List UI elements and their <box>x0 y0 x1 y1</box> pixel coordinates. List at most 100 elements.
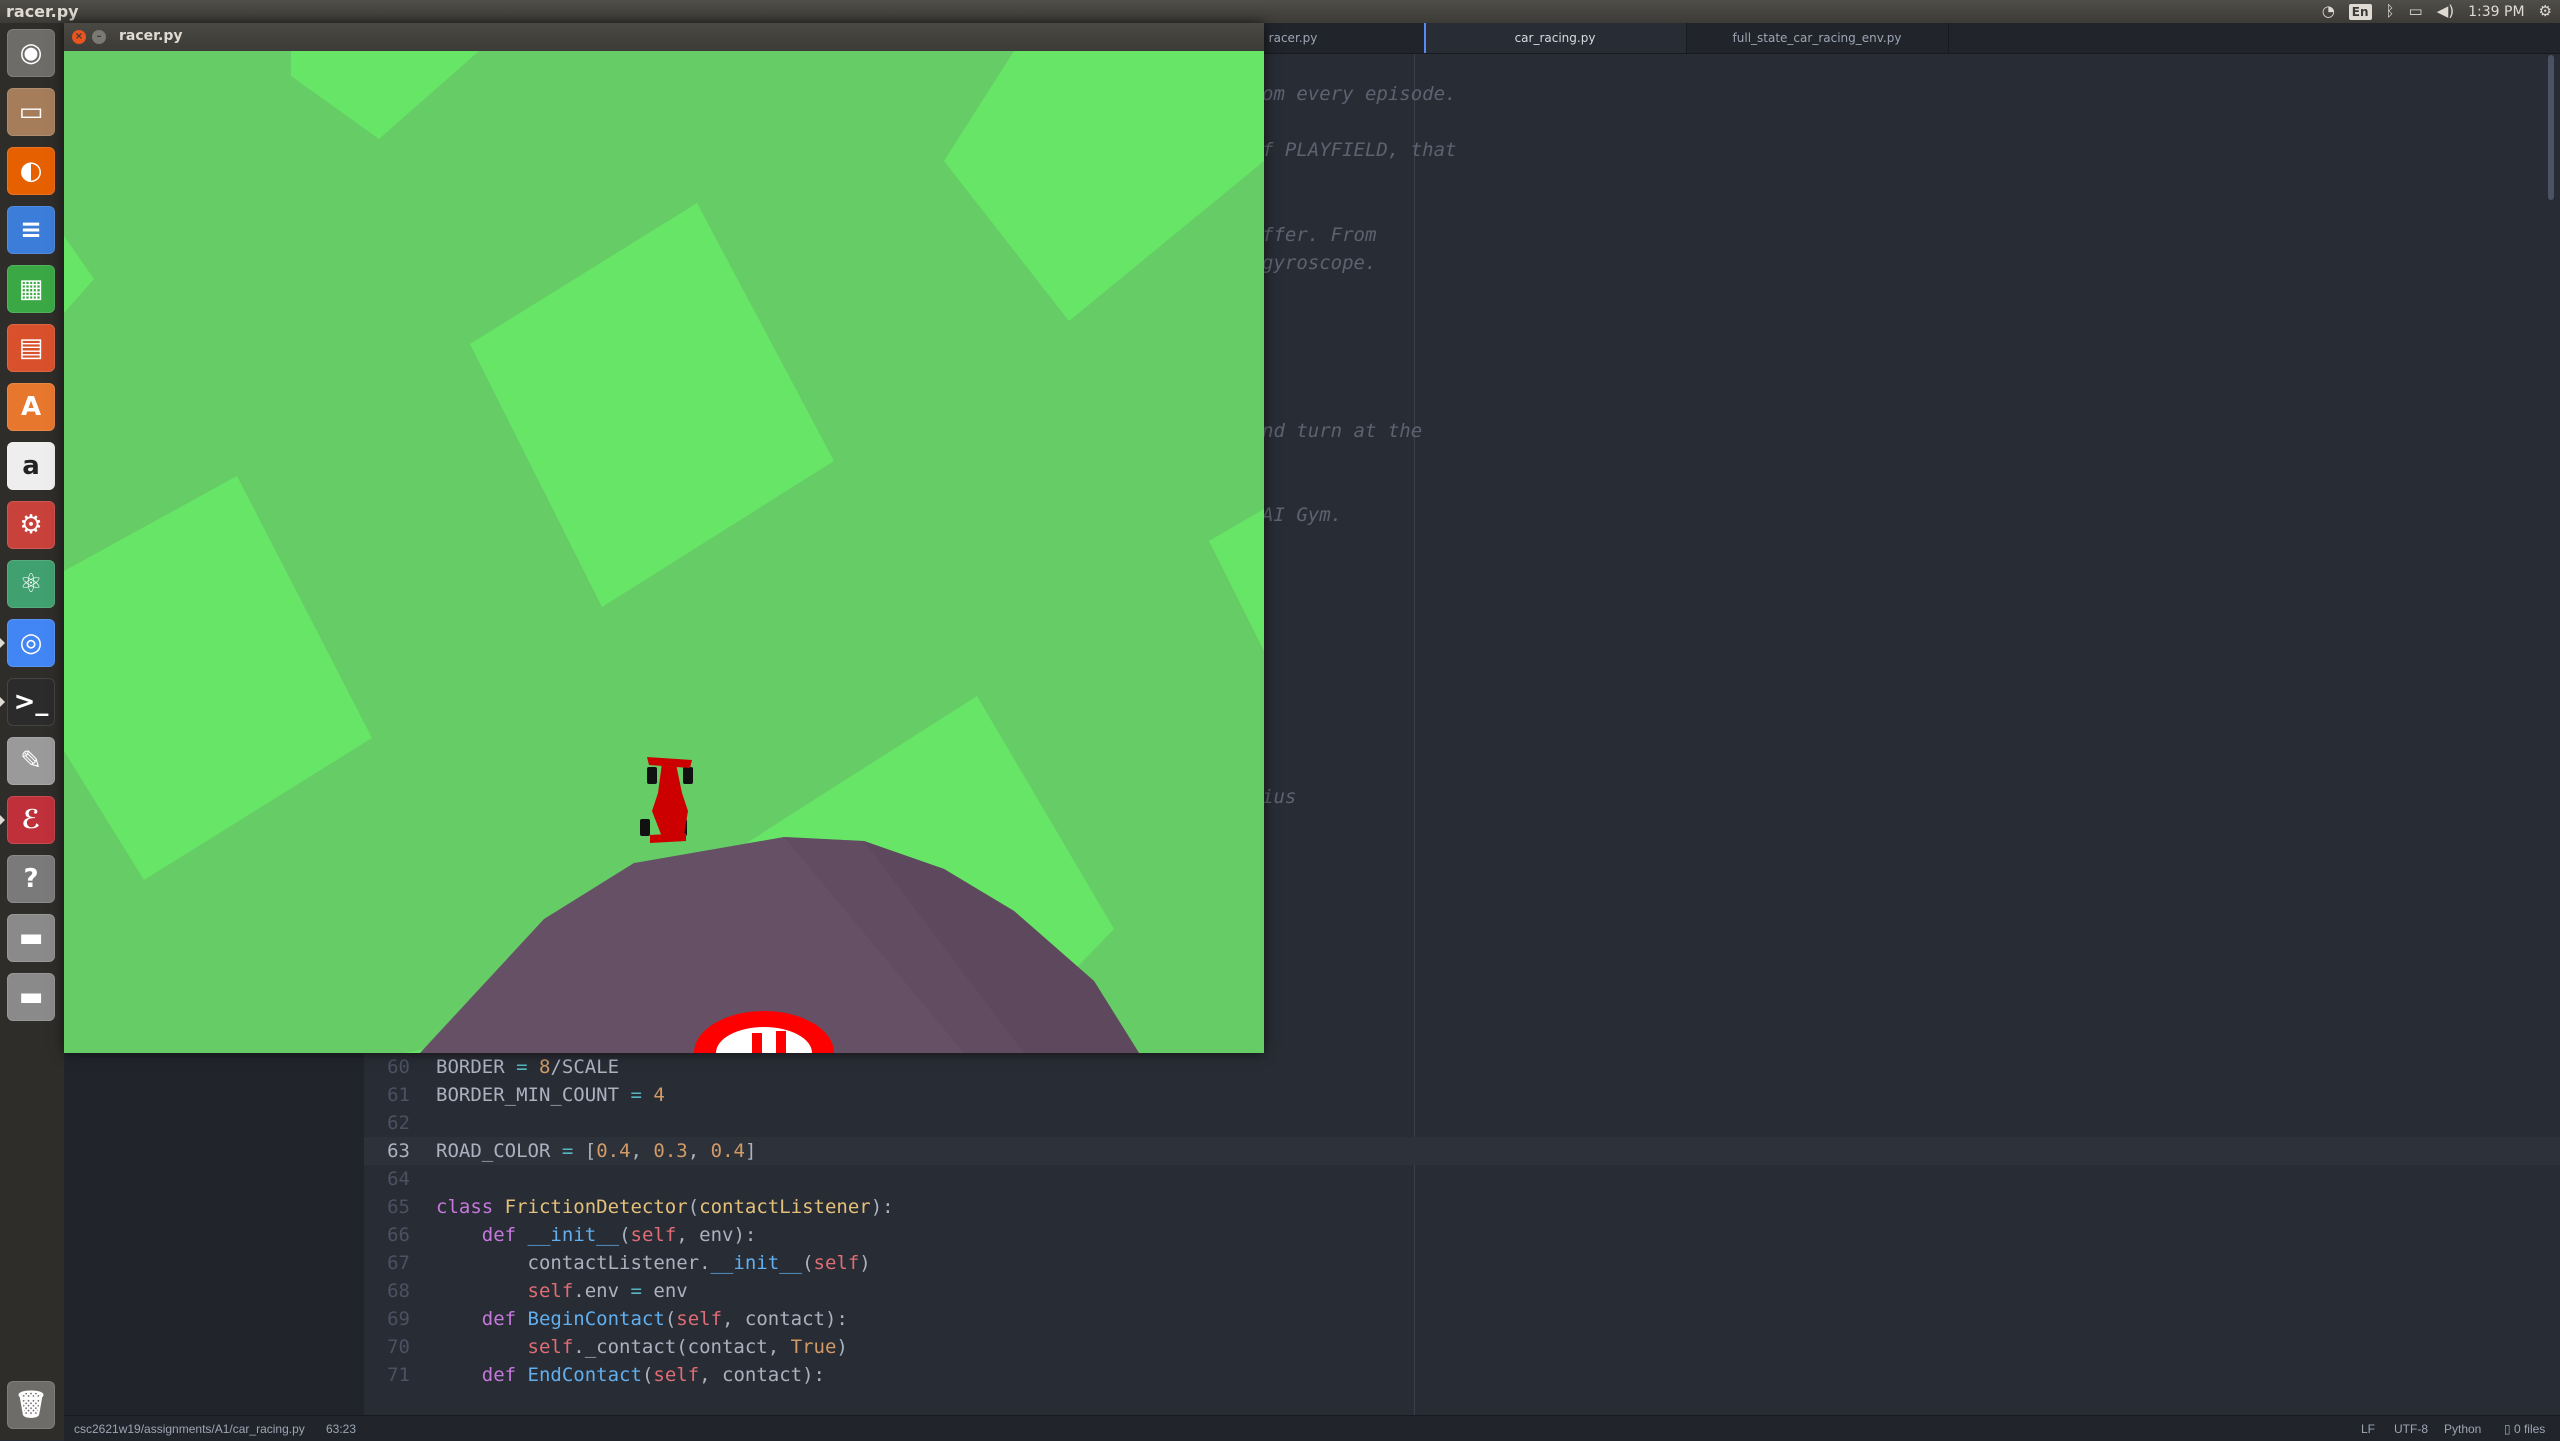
code-text: contactListener.__init__(self) <box>436 1252 871 1274</box>
code-text: class FrictionDetector(contactListener): <box>436 1196 894 1218</box>
amazon-icon[interactable]: a <box>7 442 55 490</box>
help-icon[interactable]: ? <box>7 855 55 903</box>
code-text: self.env = env <box>527 1280 688 1302</box>
code-text: def BeginContact(self, contact): <box>481 1308 848 1330</box>
bluetooth-icon[interactable]: ᛒ <box>2386 0 2395 23</box>
line-number: 71 <box>387 1364 410 1386</box>
code-line[interactable]: 60 BORDER = 8/SCALE <box>364 1053 2560 1081</box>
status-line-ending[interactable]: LF <box>2361 1422 2375 1436</box>
comment-fragment: AI Gym. <box>1262 504 1343 526</box>
code-line[interactable]: 66 def __init__(self, env): <box>364 1221 2560 1249</box>
tab-label: racer.py <box>1268 31 1318 45</box>
comment-fragment: ius <box>1262 786 1297 808</box>
comment-fragment: nd turn at the <box>1262 420 1423 442</box>
line-number: 70 <box>387 1336 410 1358</box>
car-wheel <box>640 819 650 836</box>
running-indicator <box>0 638 5 648</box>
code-line[interactable]: 68 self.env = env <box>364 1277 2560 1305</box>
comment-fragment: om every episode. <box>1262 83 1457 105</box>
software-center-icon[interactable]: A <box>7 383 55 431</box>
status-grammar[interactable]: Python <box>2444 1422 2481 1436</box>
terminal-icon[interactable]: >_ <box>7 678 55 726</box>
active-window-title: racer.py <box>6 2 79 21</box>
calc-icon[interactable]: ▦ <box>7 265 55 313</box>
editor-tab[interactable]: full_state_car_racing_env.py <box>1686 23 1949 53</box>
editor-tab[interactable]: car_racing.py <box>1424 23 1687 53</box>
minimize-button[interactable]: – <box>92 30 106 44</box>
comment-fragment: ffer. From <box>1262 224 1377 246</box>
clock[interactable]: 1:39 PM <box>2468 4 2524 20</box>
code-line[interactable]: 67 contactListener.__init__(self) <box>364 1249 2560 1277</box>
close-button[interactable]: × <box>72 30 86 44</box>
line-number: 62 <box>387 1112 410 1134</box>
code-line[interactable]: 69 def BeginContact(self, contact): <box>364 1305 2560 1333</box>
atom-icon[interactable]: ⚛ <box>7 560 55 608</box>
status-bar: csc2621w19/assignments/A1/car_racing.py … <box>64 1415 2560 1441</box>
git-files-label: 0 files <box>2513 1422 2546 1436</box>
code-text: def EndContact(self, contact): <box>481 1364 825 1386</box>
car-wheel <box>683 767 693 784</box>
file-icon: ▯ <box>2504 1422 2514 1436</box>
game-window[interactable]: × – racer.py <box>64 23 1264 1053</box>
race-scene <box>64 51 1264 1053</box>
battery-icon[interactable]: ▭ <box>2409 0 2423 23</box>
curb-stripe <box>752 1033 762 1053</box>
code-line[interactable]: 62 <box>364 1109 2560 1137</box>
status-cursor-position[interactable]: 63:23 <box>326 1422 356 1436</box>
running-indicator <box>0 697 5 707</box>
drive-icon[interactable]: ▬ <box>7 914 55 962</box>
vertical-scrollbar[interactable] <box>2548 55 2554 200</box>
minimize-icon: – <box>96 31 102 42</box>
code-text: BORDER_MIN_COUNT = 4 <box>436 1084 665 1106</box>
status-file-path[interactable]: csc2621w19/assignments/A1/car_racing.py <box>74 1422 305 1436</box>
system-settings-icon[interactable]: ⚙ <box>7 501 55 549</box>
line-number: 69 <box>387 1308 410 1330</box>
files-icon[interactable]: ▭ <box>7 88 55 136</box>
code-text: def __init__(self, env): <box>481 1224 757 1246</box>
trash-icon[interactable]: 🗑 <box>7 1381 55 1429</box>
firefox-icon[interactable]: ◐ <box>7 147 55 195</box>
code-line[interactable]: 61 BORDER_MIN_COUNT = 4 <box>364 1081 2560 1109</box>
game-window-title: racer.py <box>119 28 183 44</box>
code-line[interactable]: 64 <box>364 1165 2560 1193</box>
drive-icon-2[interactable]: ▬ <box>7 973 55 1021</box>
game-window-titlebar[interactable]: × – racer.py <box>64 23 1264 51</box>
keyboard-layout-indicator[interactable]: En <box>2348 3 2372 20</box>
code-text: ROAD_COLOR = [0.4, 0.3, 0.4] <box>436 1140 757 1162</box>
close-icon: × <box>74 31 84 42</box>
comment-fragment: gyroscope. <box>1262 252 1377 274</box>
line-number: 60 <box>387 1056 410 1078</box>
status-git-files[interactable]: ▯ 0 files <box>2504 1422 2545 1436</box>
launcher: ◉ ▭ ◐ ≡ ▦ ▤ Aa ⚙ ⚛ ◎ >_ ✎ ℰ? ▬ ▬ 🗑 <box>0 23 65 1440</box>
curb-stripe <box>776 1031 786 1053</box>
car-wheel <box>647 767 657 784</box>
line-number: 65 <box>387 1196 410 1218</box>
chrome-icon[interactable]: ◎ <box>7 619 55 667</box>
document-viewer-icon[interactable]: ℰ <box>7 796 55 844</box>
code-line[interactable]: 63 ROAD_COLOR = [0.4, 0.3, 0.4] <box>364 1137 2560 1165</box>
comment-fragment: f PLAYFIELD, that <box>1262 139 1457 161</box>
impress-icon[interactable]: ▤ <box>7 324 55 372</box>
game-canvas[interactable] <box>64 51 1264 1053</box>
code-line[interactable]: 70 self._contact(contact, True) <box>364 1333 2560 1361</box>
line-number: 68 <box>387 1280 410 1302</box>
code-line[interactable]: 65 class FrictionDetector(contactListener… <box>364 1193 2560 1221</box>
running-indicator <box>0 815 5 825</box>
code-text: self._contact(contact, True) <box>527 1336 848 1358</box>
writer-icon[interactable]: ≡ <box>7 206 55 254</box>
tab-label: full_state_car_racing_env.py <box>1732 31 1902 45</box>
system-tray: ◔ En ᛒ ▭ ◀) 1:39 PM ⚙ <box>2322 0 2560 23</box>
text-editor-icon[interactable]: ✎ <box>7 737 55 785</box>
ubuntu-dash-icon[interactable]: ◉ <box>7 29 55 77</box>
status-encoding[interactable]: UTF-8 <box>2394 1422 2428 1436</box>
line-number: 64 <box>387 1168 410 1190</box>
code-line[interactable]: 71 def EndContact(self, contact): <box>364 1361 2560 1389</box>
tab-label: car_racing.py <box>1514 31 1596 45</box>
settings-gear-icon[interactable]: ⚙ <box>2539 0 2552 23</box>
top-panel: racer.py ◔ En ᛒ ▭ ◀) 1:39 PM ⚙ <box>0 0 2560 23</box>
line-number: 63 <box>387 1140 410 1162</box>
wifi-icon[interactable]: ◔ <box>2322 0 2335 23</box>
volume-icon[interactable]: ◀) <box>2437 0 2454 23</box>
line-number: 66 <box>387 1224 410 1246</box>
code-text: BORDER = 8/SCALE <box>436 1056 620 1078</box>
